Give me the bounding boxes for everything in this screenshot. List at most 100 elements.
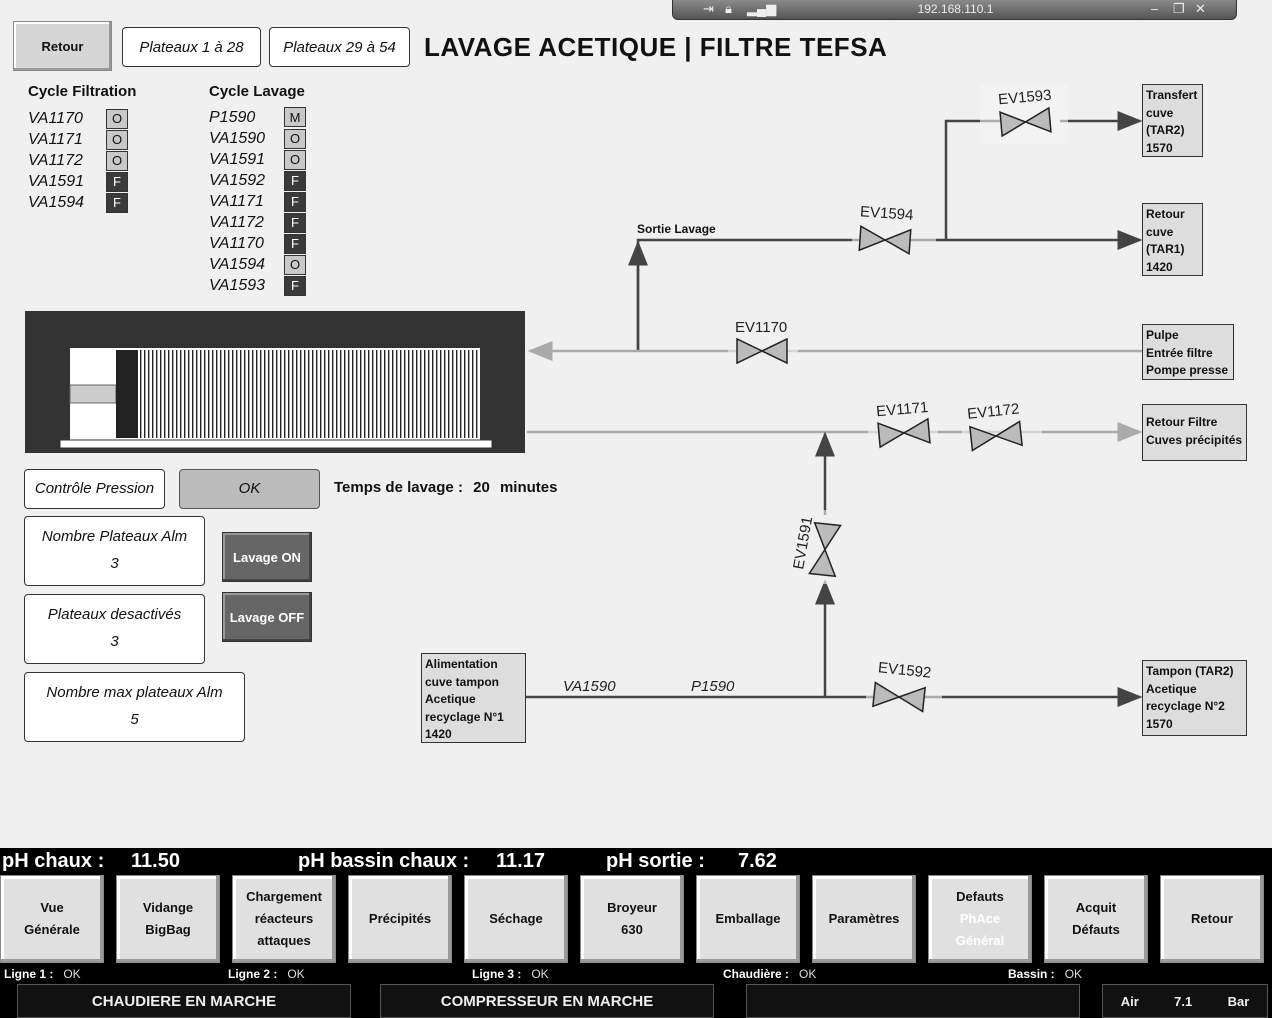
tag-line: recyclage N°1 <box>425 709 504 724</box>
tag-line: 1420 <box>1146 259 1173 274</box>
tag-retour-filtre: Retour Filtre Cuves précipités <box>1142 404 1247 461</box>
plateaux-desactives-value: 3 <box>110 633 119 650</box>
tag-alimentation: Alimentation cuve tampon Acetique recycl… <box>421 653 526 743</box>
tag-line: Retour <box>1146 207 1185 221</box>
ph-sortie-value: 7.62 <box>738 850 777 872</box>
p1590-label: P1590 <box>691 678 735 695</box>
tag-line: Retour Filtre <box>1146 415 1218 429</box>
ligne-2-status: Ligne 2 : OK <box>228 967 305 981</box>
valve-ev1170[interactable]: EV1170 <box>728 316 798 370</box>
nav-label: 630 <box>621 922 643 937</box>
tag-line: Transfert <box>1146 88 1198 102</box>
nav-label: Vidange <box>142 900 194 915</box>
nav-emballage[interactable]: Emballage <box>696 875 800 963</box>
nav-label: PhAce <box>959 911 1001 926</box>
valve-ev1592[interactable]: EV1592 <box>866 658 942 722</box>
sortie-lavage-label: Sortie Lavage <box>637 222 716 236</box>
ligne-value: OK <box>287 967 305 981</box>
ph-bassin-label: pH bassin chaux : <box>298 850 470 872</box>
nav-label: Defauts <box>956 889 1004 904</box>
nav-chargement-reacteurs[interactable]: Chargement réacteurs attaques <box>232 875 336 963</box>
tag-line: Acetique <box>1146 681 1197 696</box>
ok-button[interactable]: OK <box>179 469 320 509</box>
tag-pulpe: Pulpe Entrée filtre Pompe presse <box>1142 324 1234 380</box>
compresseur-status-banner: COMPRESSEUR EN MARCHE <box>380 984 714 1018</box>
temps-value[interactable]: 20 <box>473 479 490 496</box>
plateaux-desactives-box: Plateaux desactivés 3 <box>24 594 205 664</box>
nav-label: Défauts <box>1072 922 1120 937</box>
nav-label: Générale <box>24 922 80 937</box>
valve-label: EV1170 <box>735 319 787 336</box>
filter-press <box>25 311 525 453</box>
nav-vidange-bigbag[interactable]: Vidange BigBag <box>116 875 220 963</box>
nav-label: BigBag <box>145 922 191 937</box>
tag-line: 1570 <box>1146 716 1173 731</box>
tag-retour-cuve: Retour cuve (TAR1) 1420 <box>1142 203 1203 276</box>
tag-line: cuve <box>1146 224 1174 239</box>
tag-line: Alimentation <box>425 657 498 671</box>
ligne-value: OK <box>63 967 81 981</box>
nav-retour[interactable]: Retour <box>1160 875 1264 963</box>
valve-ev1593[interactable]: EV1593 <box>980 84 1068 144</box>
nav-defauts-phace[interactable]: Defauts PhAce Général <box>928 875 1032 963</box>
lavage-off-button[interactable]: Lavage OFF <box>222 592 312 642</box>
nav-label: Retour <box>1191 911 1233 926</box>
nav-sechage[interactable]: Séchage <box>464 875 568 963</box>
tag-line: 1420 <box>425 727 452 741</box>
valve-ev1172[interactable]: EV1172 <box>962 392 1042 458</box>
nb-plateaux-alm-box: Nombre Plateaux Alm 3 <box>24 516 205 586</box>
nb-max-plateaux-box: Nombre max plateaux Alm 5 <box>24 672 245 742</box>
air-value: 7.1 <box>1174 993 1193 1009</box>
nav-label: Vue <box>40 900 64 915</box>
ligne-value: OK <box>799 967 817 981</box>
nb-plateaux-alm-label: Nombre Plateaux Alm <box>41 528 188 545</box>
ph-sortie-label: pH sortie : <box>606 850 705 872</box>
tag-line: Cuves précipités <box>1146 432 1243 447</box>
ligne-value: OK <box>531 967 549 981</box>
ph-chaux-value: 11.50 <box>131 850 180 872</box>
nav-label: Paramètres <box>828 911 900 926</box>
empty-status-banner <box>746 984 1080 1018</box>
tag-line: Acetique <box>425 692 476 706</box>
nav-label: Emballage <box>715 911 781 926</box>
ligne-label: Ligne 2 : <box>228 967 278 981</box>
nav-parametres[interactable]: Paramètres <box>812 875 916 963</box>
nav-label: attaques <box>257 933 311 948</box>
chaudiere-status: Chaudière : OK <box>723 967 816 981</box>
ph-bassin-value: 11.17 <box>496 850 545 872</box>
temps-lavage: Temps de lavage : 20 minutes <box>334 479 557 496</box>
tag-line: cuve <box>1146 105 1174 120</box>
nav-label: réacteurs <box>254 911 314 926</box>
nav-vue-generale[interactable]: Vue Générale <box>0 875 104 963</box>
temps-unit: minutes <box>499 479 558 496</box>
valve-ev1594[interactable]: EV1594 <box>852 202 936 264</box>
nav-label: Broyeur <box>607 900 657 915</box>
tag-line: Tampon (TAR2) <box>1146 664 1234 678</box>
nav-precipites[interactable]: Précipités <box>348 875 452 963</box>
nav-label: Séchage <box>489 911 543 926</box>
nb-max-value[interactable]: 5 <box>25 711 244 728</box>
valve-ev1171[interactable]: EV1171 <box>868 392 938 452</box>
tag-line: Entrée filtre <box>1146 345 1213 360</box>
tag-tampon: Tampon (TAR2) Acetique recyclage N°2 157… <box>1142 660 1247 736</box>
plateaux-desactives-label: Plateaux desactivés <box>47 606 182 623</box>
valve-ev1591[interactable]: EV1591 <box>788 510 846 584</box>
tag-transfert: Transfert cuve (TAR2) 1570 <box>1142 84 1203 157</box>
ligne-value: OK <box>1064 967 1083 981</box>
tag-line: Pompe presse <box>1146 363 1229 377</box>
nav-label: Acquit <box>1075 900 1117 915</box>
lavage-on-button[interactable]: Lavage ON <box>222 532 312 582</box>
nav-acquit-defauts[interactable]: Acquit Défauts <box>1044 875 1148 963</box>
tag-line: (TAR2) <box>1146 123 1185 137</box>
ligne-label: Chaudière : <box>723 967 790 981</box>
ligne-label: Bassin : <box>1008 967 1055 981</box>
controle-pression-button[interactable]: Contrôle Pression <box>24 469 165 509</box>
nav-label: Précipités <box>368 911 432 926</box>
tag-line: cuve tampon <box>425 674 500 689</box>
air-label: Air <box>1120 993 1139 1009</box>
ligne-1-status: Ligne 1 : OK <box>4 967 81 981</box>
ligne-label: Ligne 3 : <box>472 967 522 981</box>
air-pressure: Air 7.1 Bar <box>1102 984 1268 1018</box>
nav-broyeur[interactable]: Broyeur 630 <box>580 875 684 963</box>
nav-label: Chargement <box>246 889 322 904</box>
